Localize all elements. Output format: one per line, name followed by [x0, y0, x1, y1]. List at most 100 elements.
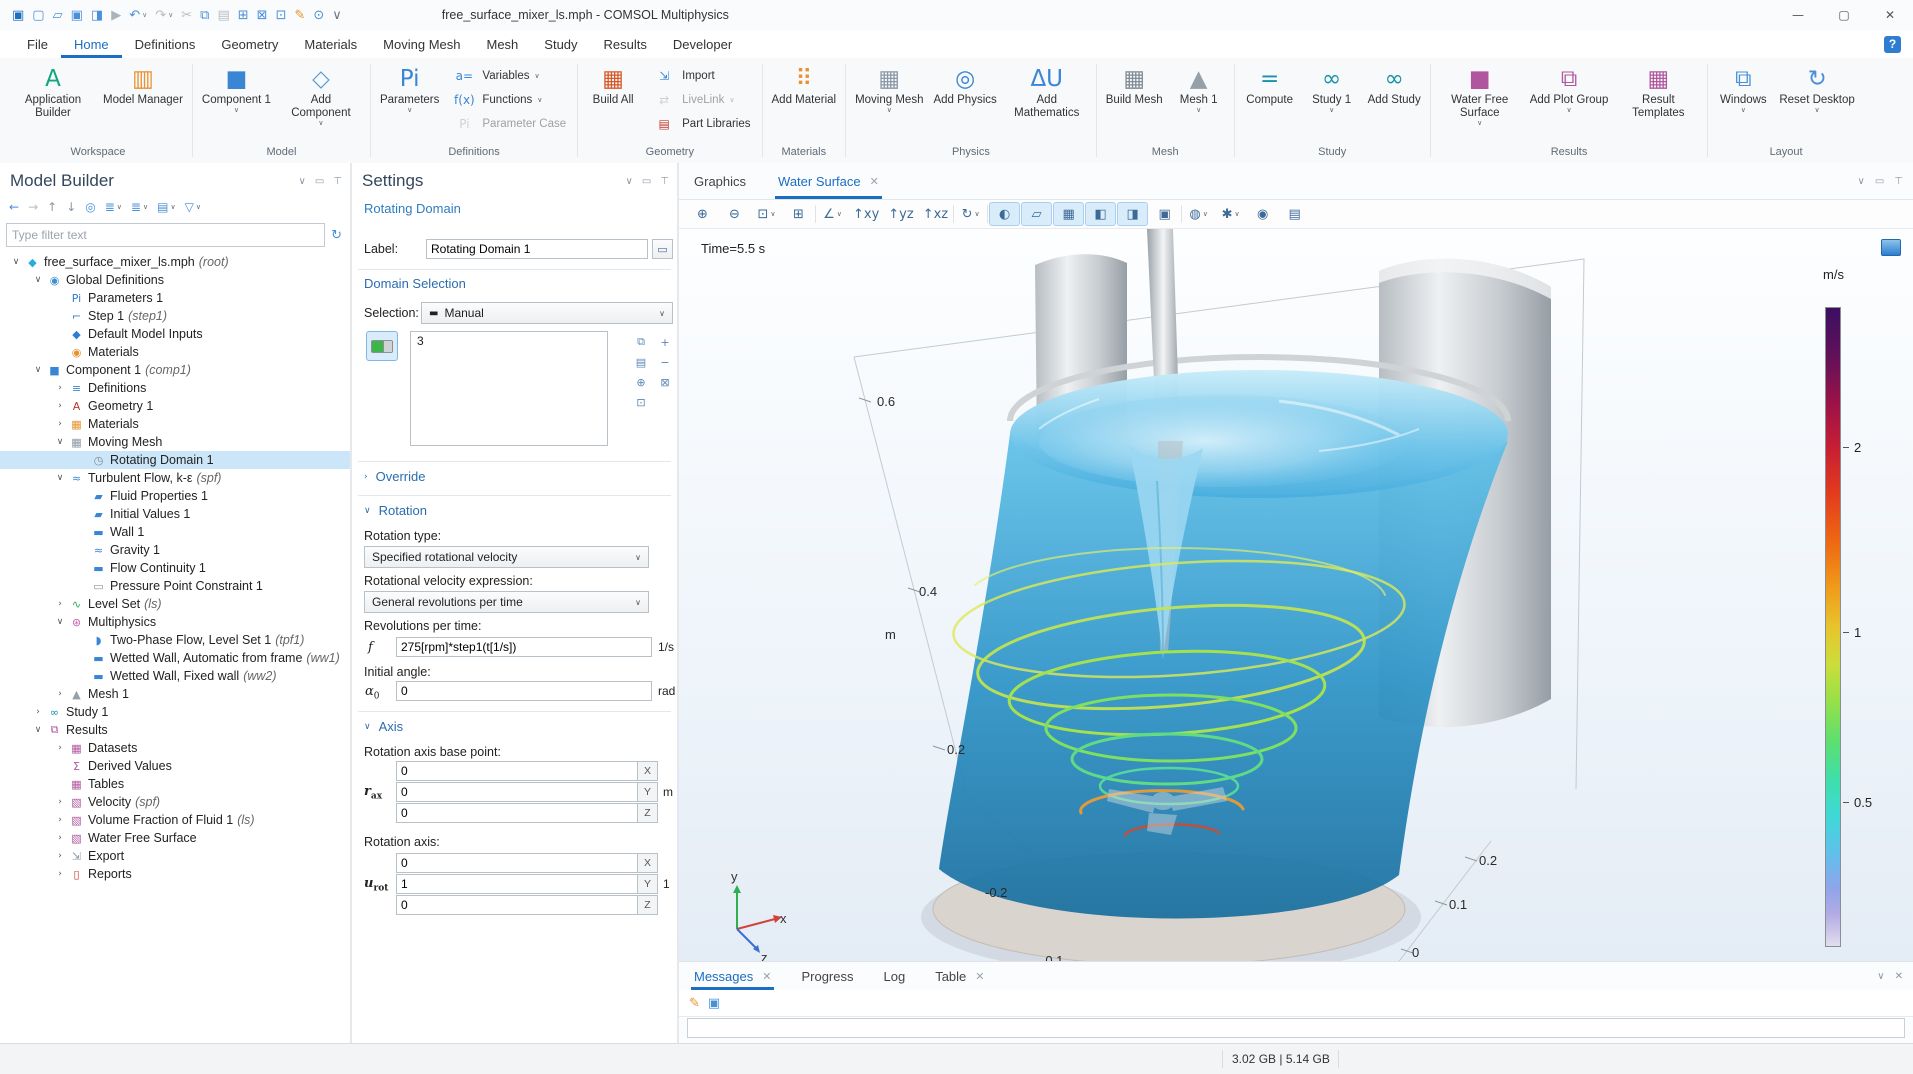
chevron-down-icon[interactable]: ∨ — [1858, 176, 1865, 187]
tree-expander[interactable]: › — [52, 797, 68, 807]
float-panel-icon[interactable]: ▭ — [315, 176, 324, 187]
undo-icon[interactable]: ↶ ∨ — [125, 3, 151, 27]
tab-table[interactable]: Table ✕ — [932, 962, 987, 990]
toolbar-overflow-icon[interactable]: ∨ — [328, 3, 346, 27]
tree-item[interactable]: › ∞ Study 1 — [0, 703, 350, 721]
menu-materials[interactable]: Materials — [291, 30, 370, 58]
tree-item[interactable]: › ⇲ Export — [0, 847, 350, 865]
tree-expander[interactable]: › — [52, 815, 68, 825]
settings-gear-icon[interactable]: ✱ ∨ — [1215, 202, 1246, 226]
maximize-button[interactable]: ▢ — [1821, 0, 1867, 30]
close-icon[interactable]: ✕ — [762, 970, 771, 983]
tree-item[interactable]: ∨ ⊛ Multiphysics — [0, 613, 350, 631]
application-builder-icon[interactable]: A Application Builder — [9, 61, 97, 121]
tree-item[interactable]: › ▲ Mesh 1 — [0, 685, 350, 703]
copy-selection-icon[interactable]: ⧉ — [630, 333, 652, 351]
close-icon[interactable]: ✕ — [870, 175, 879, 188]
menu-results[interactable]: Results — [591, 30, 660, 58]
paste-selection-icon[interactable]: ▤ — [630, 353, 652, 371]
section-domain-selection[interactable]: Domain Selection — [364, 276, 466, 291]
tree-item[interactable]: ◆ Default Model Inputs — [0, 325, 350, 343]
open-file-icon[interactable]: ▱ — [49, 3, 67, 27]
tree-expander[interactable]: › — [52, 869, 68, 879]
chevron-down-icon[interactable]: ∨ — [1877, 971, 1884, 982]
tree-item[interactable]: ▬ Flow Continuity 1 — [0, 559, 350, 577]
close-button[interactable]: ✕ — [1867, 0, 1913, 30]
save-icon[interactable]: ▣ — [67, 3, 87, 27]
scene-appearance-icon[interactable]: ◍ ∨ — [1183, 202, 1214, 226]
tab-graphics[interactable]: Graphics — [691, 163, 749, 199]
graphics-canvas[interactable]: 0.6 0.4 m 0.2 -0.2 -0.1 0.2 0.1 0 — [679, 229, 1913, 964]
expand-icon[interactable]: ≣ ∨ — [102, 199, 125, 215]
tree-item[interactable]: ◉ Materials — [0, 343, 350, 361]
plot-window-icon[interactable] — [1881, 239, 1901, 256]
tree-expander[interactable]: ∨ — [52, 437, 68, 447]
save-as-icon[interactable]: ◨ — [87, 3, 107, 27]
study-icon[interactable]: ∞ Study 1 ∨ — [1302, 61, 1362, 116]
pin-panel-icon[interactable]: ⊤ — [333, 176, 342, 187]
tree-expander[interactable]: › — [52, 401, 68, 411]
add-material-icon[interactable]: ⠿ Add Material — [768, 61, 841, 108]
duplicate-icon[interactable]: ⊞ — [234, 3, 253, 27]
label-input[interactable] — [426, 239, 648, 259]
paste-icon[interactable]: ▤ — [213, 3, 233, 27]
run-icon[interactable]: ▶ — [107, 3, 125, 27]
select-box-icon[interactable]: ⊡ — [272, 3, 291, 27]
pin-panel-icon[interactable]: ⊤ — [1894, 176, 1903, 187]
selection-dropdown[interactable]: ▬ Manual ∨ — [421, 302, 673, 324]
menu-geometry[interactable]: Geometry — [208, 30, 291, 58]
copy-icon[interactable]: ⧉ — [196, 3, 213, 27]
tree-item[interactable]: ∨ ▦ Moving Mesh — [0, 433, 350, 451]
refresh-icon[interactable]: ↻ — [331, 228, 342, 243]
active-toggle-button[interactable] — [366, 331, 398, 361]
tab-messages[interactable]: Messages ✕ — [691, 962, 774, 990]
tree-expander[interactable]: › — [52, 743, 68, 753]
lock-view-icon[interactable]: ▣ — [1149, 202, 1180, 226]
chevron-down-icon[interactable]: ∨ — [626, 176, 633, 187]
collapse-icon[interactable]: ≣ ∨ — [128, 199, 151, 215]
disable-icon[interactable]: ✎ — [290, 3, 309, 27]
cut-icon[interactable]: ✂ — [177, 3, 196, 27]
tree-expander[interactable]: › — [52, 383, 68, 393]
transparency-icon[interactable]: ▱ — [1021, 202, 1052, 226]
minimize-button[interactable]: — — [1775, 0, 1821, 30]
tree-item[interactable]: ◷ Rotating Domain 1 — [0, 451, 350, 469]
section-rotation[interactable]: ∨ Rotation — [364, 503, 427, 518]
model-manager-icon[interactable]: ▥ Model Manager — [99, 61, 187, 108]
tree-item[interactable]: › ≡ Definitions — [0, 379, 350, 397]
tree-item[interactable]: ▬ Wall 1 — [0, 523, 350, 541]
rotation-axis-z-input[interactable] — [396, 895, 638, 915]
tree-item[interactable]: › ▧ Velocity (spf) — [0, 793, 350, 811]
result-templates-icon[interactable]: ▦ Result Templates — [1614, 61, 1702, 121]
filter-icon[interactable]: ▽ ∨ — [182, 199, 204, 215]
menu-home[interactable]: Home — [61, 30, 122, 58]
pin-panel-icon[interactable]: ⊤ — [660, 176, 669, 187]
clear-selection-icon[interactable]: ⊠ — [654, 373, 676, 391]
tree-item[interactable]: › ∿ Level Set (ls) — [0, 595, 350, 613]
tree-item[interactable]: › ▧ Volume Fraction of Fluid 1 (ls) — [0, 811, 350, 829]
tree-item[interactable]: ∨ ⧉ Results — [0, 721, 350, 739]
add-study-icon[interactable]: ∞ Add Study — [1364, 61, 1425, 108]
tree-item[interactable]: Σ Derived Values — [0, 757, 350, 775]
section-axis[interactable]: ∨ Axis — [364, 719, 403, 734]
tree-expander[interactable]: ∨ — [8, 257, 24, 267]
tree-item[interactable]: ◗ Two-Phase Flow, Level Set 1 (tpf1) — [0, 631, 350, 649]
part-libraries-icon[interactable]: ▤ Part Libraries — [645, 112, 756, 135]
menu-definitions[interactable]: Definitions — [122, 30, 209, 58]
tree-item[interactable]: ∨ ≈ Turbulent Flow, k-ε (spf) — [0, 469, 350, 487]
tree-item[interactable]: Pi Parameters 1 — [0, 289, 350, 307]
tab-progress[interactable]: Progress — [798, 962, 856, 990]
tab-log[interactable]: Log — [881, 962, 909, 990]
find-icon[interactable]: ⊙ — [309, 3, 328, 27]
base-point-z-input[interactable] — [396, 803, 638, 823]
float-panel-icon[interactable]: ▭ — [642, 176, 651, 187]
add-selection-icon[interactable]: + — [654, 333, 676, 351]
zoom-extents-icon[interactable]: ⊞ — [783, 202, 814, 226]
chevron-down-icon[interactable]: ∨ — [299, 176, 306, 187]
open-in-window-icon[interactable]: ▣ — [708, 996, 720, 1011]
tree-item[interactable]: › ▦ Datasets — [0, 739, 350, 757]
build-all-icon[interactable]: ▦ Build All — [583, 61, 643, 108]
tree-item[interactable]: ▬ Wetted Wall, Fixed wall (ww2) — [0, 667, 350, 685]
move-up-icon[interactable]: ↑ — [44, 199, 60, 215]
tree-expander[interactable]: › — [52, 833, 68, 843]
